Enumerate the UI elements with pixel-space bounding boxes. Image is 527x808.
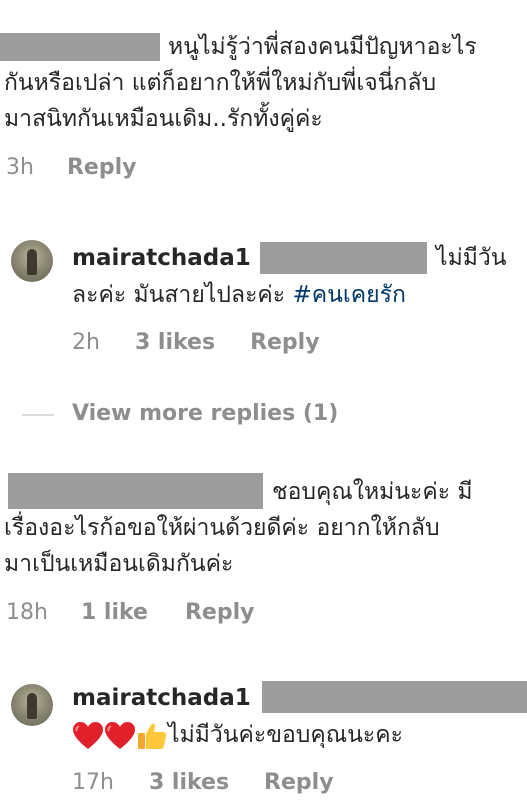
red-heart-icon [72, 721, 104, 751]
likes-count[interactable]: 3 likes [135, 330, 215, 355]
comment-meta: 3h Reply [6, 155, 136, 181]
comment-text: ละค่ะ มันสายไปละค่ะ [72, 282, 293, 308]
thumbs-up-icon [136, 721, 168, 751]
replies-divider [22, 414, 54, 416]
reply-button[interactable]: Reply [250, 330, 320, 355]
timestamp: 3h [6, 155, 34, 180]
timestamp: 2h [72, 330, 100, 355]
username[interactable]: mairatchada1 [72, 683, 251, 713]
view-more-label: View more replies (1) [72, 401, 339, 426]
redacted-username [8, 473, 263, 509]
username[interactable]: mairatchada1 [72, 243, 251, 273]
comment-meta: 2h 3 likes Reply [72, 330, 320, 356]
reply-button[interactable]: Reply [67, 155, 137, 180]
comment-text-line: มาสนิทกันเหมือนเดิม..รักทั้งคู่ค่ะ [4, 106, 323, 132]
redacted-mention [262, 681, 527, 713]
hashtag-link[interactable]: #คนเคยรัก [292, 282, 405, 308]
comment-text-line: ไม่มีวันค่ะขอบคุณนะคะ [72, 720, 403, 751]
likes-count[interactable]: 1 like [81, 600, 148, 625]
comment-text-line: มาเป็นเหมือนเดิมกันค่ะ [4, 551, 234, 577]
timestamp: 18h [6, 600, 48, 625]
redacted-mention [260, 242, 427, 274]
reply-button[interactable]: Reply [185, 600, 255, 625]
comment-text-line: ไม่มีวัน [436, 245, 507, 271]
comment-text: ไม่มีวันค่ะขอบคุณนะคะ [168, 722, 403, 748]
red-heart-icon [104, 721, 136, 751]
comment-text-line: ชอบคุณใหม่นะค่ะ มี [272, 479, 473, 505]
reply-button[interactable]: Reply [264, 770, 334, 795]
view-more-replies-button[interactable]: View more replies (1) [72, 401, 338, 427]
comment-meta: 17h 3 likes Reply [72, 770, 334, 796]
comment-text-line: ละค่ะ มันสายไปละค่ะ #คนเคยรัก [72, 280, 406, 310]
redacted-username [0, 33, 160, 61]
timestamp: 17h [72, 770, 114, 795]
comment-meta: 18h 1 like Reply [6, 600, 254, 626]
comment-text-line: เรื่องอะไรก้อขอให้ผ่านด้วยดีค่ะ อยากให้ก… [4, 515, 440, 541]
likes-count[interactable]: 3 likes [149, 770, 229, 795]
avatar[interactable] [11, 240, 53, 282]
comment-text-line: กันหรือเปล่า แต่ก็อยากให้พี่ใหม่กับพี่เจ… [4, 70, 437, 96]
avatar[interactable] [11, 684, 53, 726]
comment-text-line: หนูไม่รู้ว่าพี่สองคนมีปัญหาอะไร [168, 34, 477, 60]
